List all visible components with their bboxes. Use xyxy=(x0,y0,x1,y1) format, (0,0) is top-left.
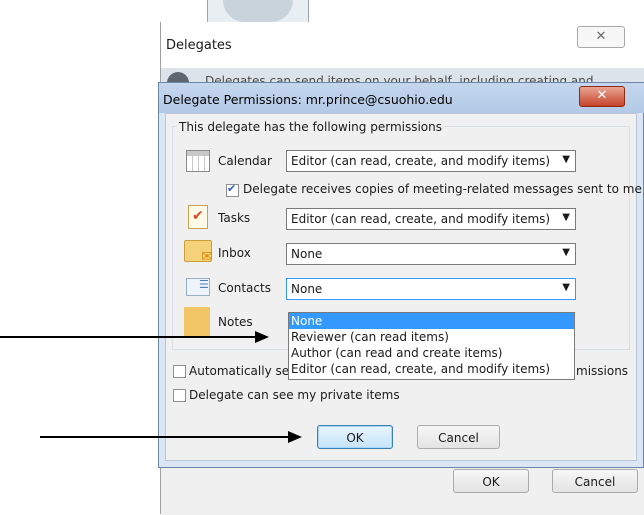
inbox-icon xyxy=(184,240,213,265)
private-items-label: Delegate can see my private items xyxy=(189,388,400,402)
delegates-titlebar: Delegates ✕ xyxy=(161,22,644,68)
meeting-copies-checkbox[interactable] xyxy=(226,182,239,197)
permissions-cancel-button[interactable]: Cancel xyxy=(417,425,500,449)
notes-label: Notes xyxy=(218,315,253,329)
contacts-permission-value: None xyxy=(291,282,323,296)
chevron-down-icon: ▼ xyxy=(562,212,570,223)
chevron-down-icon: ▼ xyxy=(562,247,570,258)
permissions-ok-button[interactable]: OK xyxy=(317,425,393,449)
chevron-down-icon: ▼ xyxy=(562,154,570,165)
permissions-titlebar: Delegate Permissions: mr.prince@csuohio.… xyxy=(159,83,644,113)
tasks-permission-select[interactable]: Editor (can read, create, and modify ite… xyxy=(286,208,576,230)
permissions-body: This delegate has the following permissi… xyxy=(165,113,642,461)
annotation-arrow-head xyxy=(288,431,302,443)
permissions-close-button[interactable]: ✕ xyxy=(579,86,625,107)
permissions-group-label: This delegate has the following permissi… xyxy=(177,120,445,134)
meeting-copies-label: Delegate receives copies of meeting-rela… xyxy=(243,182,642,196)
inbox-permission-value: None xyxy=(291,247,323,261)
notes-icon xyxy=(184,307,210,337)
close-icon: ✕ xyxy=(595,29,607,44)
contacts-icon xyxy=(186,278,210,296)
dropdown-option[interactable]: Editor (can read, create, and modify ite… xyxy=(289,361,574,377)
calendar-label: Calendar xyxy=(218,154,272,168)
annotation-arrow-line xyxy=(40,436,290,438)
permissions-title: Delegate Permissions: mr.prince@csuohio.… xyxy=(163,92,453,107)
dropdown-option[interactable]: Author (can read and create items) xyxy=(289,345,574,361)
calendar-permission-select[interactable]: Editor (can read, create, and modify ite… xyxy=(286,150,576,172)
calendar-icon xyxy=(186,150,210,172)
delegates-ok-button[interactable]: OK xyxy=(453,469,529,493)
inbox-permission-select[interactable]: None ▼ xyxy=(286,243,576,265)
background-window-fragment xyxy=(207,0,309,22)
contacts-permission-select[interactable]: None ▼ xyxy=(286,278,576,300)
annotation-arrow-head xyxy=(255,331,269,343)
contacts-dropdown-list: None Reviewer (can read items) Author (c… xyxy=(288,312,575,380)
annotation-arrow-line xyxy=(0,336,256,338)
auto-send-checkbox[interactable] xyxy=(173,365,186,378)
calendar-permission-value: Editor (can read, create, and modify ite… xyxy=(291,154,551,168)
background-window-graphic xyxy=(223,0,293,22)
private-items-checkbox[interactable] xyxy=(173,389,186,402)
close-icon: ✕ xyxy=(596,88,608,103)
chevron-down-icon: ▼ xyxy=(562,282,570,293)
contacts-label: Contacts xyxy=(218,281,271,295)
delegate-permissions-dialog: Delegate Permissions: mr.prince@csuohio.… xyxy=(158,82,644,468)
dropdown-option[interactable]: None xyxy=(289,313,574,329)
auto-send-label-suffix: missions xyxy=(576,364,629,378)
tasks-permission-value: Editor (can read, create, and modify ite… xyxy=(291,212,551,226)
auto-send-label: Automatically sen xyxy=(189,364,297,378)
dropdown-option[interactable]: Reviewer (can read items) xyxy=(289,329,574,345)
delegates-close-button[interactable]: ✕ xyxy=(577,26,625,48)
delegates-title: Delegates xyxy=(166,38,232,53)
delegates-cancel-button[interactable]: Cancel xyxy=(552,469,638,493)
inbox-label: Inbox xyxy=(218,246,251,260)
tasks-label: Tasks xyxy=(218,211,251,225)
tasks-icon xyxy=(188,205,208,229)
